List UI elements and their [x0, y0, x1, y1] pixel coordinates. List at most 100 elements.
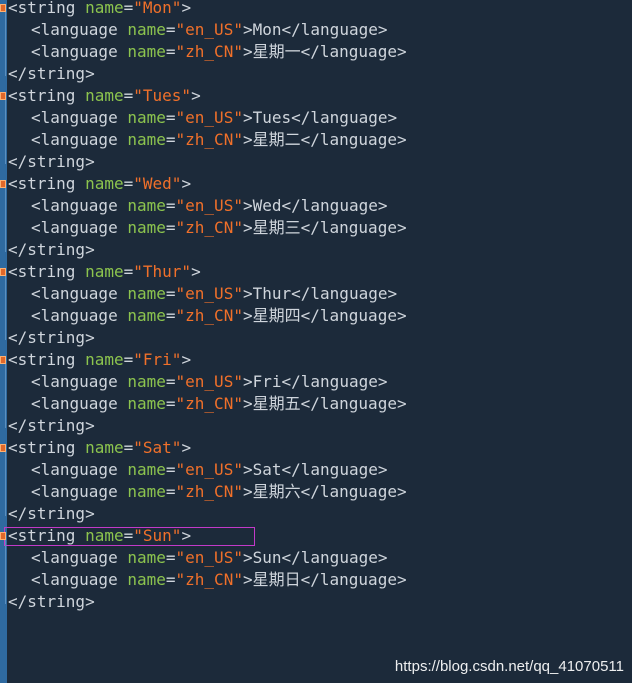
string-close-line[interactable]: </string>: [8, 63, 632, 85]
language-line[interactable]: <language name="zh_CN">星期日</language>: [8, 569, 632, 591]
quote-mark: ": [175, 218, 186, 237]
language-open-tag: <language: [31, 482, 118, 501]
string-open-line[interactable]: <string name="Sun">: [8, 525, 632, 547]
language-line[interactable]: <language name="en_US">Wed</language>: [8, 195, 632, 217]
quote-mark: ": [233, 372, 243, 391]
fold-toggle-icon[interactable]: [0, 4, 6, 12]
locale-value: en_US: [185, 460, 234, 479]
quote-mark: ": [175, 460, 186, 479]
language-close-tag: </language>: [300, 482, 407, 501]
code-editor[interactable]: <string name="Mon"> <language name="en_US…: [0, 0, 632, 683]
string-open-line[interactable]: <string name="Sat">: [8, 437, 632, 459]
language-line[interactable]: <language name="zh_CN">星期五</language>: [8, 393, 632, 415]
fold-toggle-icon[interactable]: [0, 180, 6, 188]
string-close-line[interactable]: </string>: [8, 327, 632, 349]
language-line[interactable]: <language name="zh_CN">星期四</language>: [8, 305, 632, 327]
equals-sign: =: [123, 262, 134, 281]
quote-mark: ": [181, 86, 192, 105]
string-close-line[interactable]: </string>: [8, 239, 632, 261]
equals-sign: =: [165, 20, 176, 39]
string-name-value: Mon: [142, 0, 172, 17]
quote-mark: ": [233, 218, 243, 237]
string-open-line[interactable]: <string name="Wed">: [8, 173, 632, 195]
language-line[interactable]: <language name="en_US">Fri</language>: [8, 371, 632, 393]
fold-toggle-icon[interactable]: [0, 268, 6, 276]
string-close-line[interactable]: </string>: [8, 503, 632, 525]
translation-text: Sun: [252, 548, 282, 567]
fold-toggle-icon[interactable]: [0, 356, 6, 364]
string-open-line[interactable]: <string name="Tues">: [8, 85, 632, 107]
attr-name: name: [85, 526, 124, 545]
attr-name: name: [85, 438, 124, 457]
language-open-tag: <language: [31, 218, 118, 237]
equals-sign: =: [165, 394, 176, 413]
locale-value: en_US: [185, 20, 234, 39]
attr-name: name: [85, 86, 124, 105]
attr-name: name: [85, 262, 124, 281]
language-open-tag: <language: [31, 130, 118, 149]
string-name-value: Thur: [142, 262, 182, 281]
quote-mark: ": [133, 262, 143, 281]
language-line[interactable]: <language name="en_US">Sat</language>: [8, 459, 632, 481]
string-close-line[interactable]: </string>: [8, 151, 632, 173]
quote-mark: ": [171, 350, 182, 369]
language-line[interactable]: <language name="en_US">Tues</language>: [8, 107, 632, 129]
fold-toggle-icon[interactable]: [0, 444, 6, 452]
tag-close-bracket: >: [242, 372, 253, 391]
quote-mark: ": [233, 570, 243, 589]
language-line[interactable]: <language name="zh_CN">星期六</language>: [8, 481, 632, 503]
language-line[interactable]: <language name="en_US">Mon</language>: [8, 19, 632, 41]
string-open-line[interactable]: <string name="Fri">: [8, 349, 632, 371]
quote-mark: ": [175, 306, 186, 325]
tag-close-bracket: >: [242, 460, 253, 479]
fold-toggle-icon[interactable]: [0, 92, 6, 100]
tag-close-bracket: >: [242, 482, 253, 501]
language-line[interactable]: <language name="zh_CN">星期二</language>: [8, 129, 632, 151]
attr-name: name: [127, 108, 166, 127]
string-close-line[interactable]: </string>: [8, 415, 632, 437]
language-close-tag: </language>: [300, 306, 407, 325]
language-open-tag: <language: [31, 570, 118, 589]
locale-value: zh_CN: [185, 306, 234, 325]
tag-close-bracket: >: [191, 262, 201, 281]
string-open-tag: <string: [8, 0, 76, 17]
code-area[interactable]: <string name="Mon"> <language name="en_US…: [8, 0, 632, 613]
string-close-line[interactable]: </string>: [8, 591, 632, 613]
quote-mark: ": [171, 526, 182, 545]
language-close-tag: </language>: [291, 284, 398, 303]
language-line[interactable]: <language name="zh_CN">星期一</language>: [8, 41, 632, 63]
language-open-tag: <language: [31, 108, 118, 127]
attr-name: name: [127, 548, 166, 567]
quote-mark: ": [233, 548, 243, 567]
quote-mark: ": [171, 438, 182, 457]
attr-name: name: [127, 460, 166, 479]
tag-close-bracket: >: [191, 86, 201, 105]
translation-text: 星期六: [252, 482, 301, 501]
string-close-tag: </string>: [8, 504, 95, 523]
translation-text: Mon: [252, 20, 282, 39]
translation-text: 星期一: [252, 42, 301, 61]
string-open-line[interactable]: <string name="Mon">: [8, 0, 632, 19]
equals-sign: =: [123, 174, 134, 193]
fold-toggle-icon[interactable]: [0, 532, 6, 540]
attr-name: name: [127, 372, 166, 391]
tag-close-bracket: >: [242, 130, 253, 149]
translation-text: Thur: [252, 284, 292, 303]
quote-mark: ": [233, 196, 243, 215]
quote-mark: ": [175, 284, 186, 303]
tag-close-bracket: >: [242, 196, 253, 215]
language-line[interactable]: <language name="en_US">Thur</language>: [8, 283, 632, 305]
language-open-tag: <language: [31, 394, 118, 413]
language-close-tag: </language>: [281, 372, 388, 391]
tag-close-bracket: >: [242, 548, 253, 567]
language-line[interactable]: <language name="en_US">Sun</language>: [8, 547, 632, 569]
attr-name: name: [127, 482, 166, 501]
string-open-line[interactable]: <string name="Thur">: [8, 261, 632, 283]
tag-close-bracket: >: [242, 20, 253, 39]
language-open-tag: <language: [31, 196, 118, 215]
language-open-tag: <language: [31, 42, 118, 61]
translation-text: Fri: [252, 372, 282, 391]
translation-text: 星期四: [252, 306, 301, 325]
language-line[interactable]: <language name="zh_CN">星期三</language>: [8, 217, 632, 239]
equals-sign: =: [123, 526, 134, 545]
